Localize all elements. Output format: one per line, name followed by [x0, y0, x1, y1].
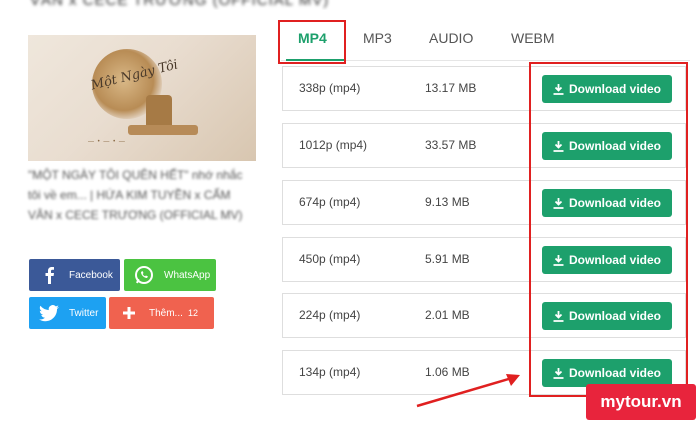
share-twitter-label: Twitter	[69, 307, 99, 319]
tab-highlight-box	[278, 20, 346, 64]
tab-webm[interactable]: WEBM	[511, 30, 555, 46]
video-quality: 224p (mp4)	[299, 308, 361, 322]
file-size: 13.17 MB	[425, 81, 477, 95]
mytour-watermark: mytour.vn	[586, 384, 696, 420]
red-arrow-icon	[416, 374, 520, 408]
file-size: 9.13 MB	[425, 195, 470, 209]
video-quality: 450p (mp4)	[299, 252, 361, 266]
share-facebook-button[interactable]: Facebook	[29, 259, 120, 291]
file-size: 33.57 MB	[425, 138, 477, 152]
video-quality: 134p (mp4)	[299, 365, 361, 379]
artwork-body	[146, 95, 172, 129]
video-quality: 1012p (mp4)	[299, 138, 368, 152]
video-thumbnail[interactable]: Một Ngày Tôi — • — • —	[28, 35, 256, 161]
page-heading-strip: VÂN x CECE TRƯƠNG (OFFICIAL MV)	[0, 0, 470, 10]
video-title: "MỘT NGÀY TÔI QUÊN HẾT" nhớ nhắc tôi về …	[28, 168, 243, 222]
share-more-label: Thêm...	[149, 307, 183, 319]
video-quality: 674p (mp4)	[299, 195, 361, 209]
plus-icon	[118, 302, 140, 324]
download-buttons-highlight-box	[529, 62, 688, 397]
share-count: 12	[187, 308, 198, 318]
file-size: 2.01 MB	[425, 308, 470, 322]
file-size: 5.91 MB	[425, 252, 470, 266]
artwork-base	[128, 125, 198, 135]
video-quality: 338p (mp4)	[299, 81, 361, 95]
share-twitter-button[interactable]: Twitter	[29, 297, 106, 329]
share-facebook-label: Facebook	[69, 269, 113, 281]
twitter-icon	[38, 302, 60, 324]
share-whatsapp-button[interactable]: WhatsApp	[124, 259, 216, 291]
share-more-button[interactable]: Thêm... 12	[109, 297, 214, 329]
tab-audio[interactable]: AUDIO	[429, 30, 473, 46]
whatsapp-icon	[133, 264, 155, 286]
share-whatsapp-label: WhatsApp	[164, 269, 211, 281]
page-heading: VÂN x CECE TRƯƠNG (OFFICIAL MV)	[30, 0, 330, 9]
tab-mp3[interactable]: MP3	[363, 30, 392, 46]
thumbnail-caption: — • — • —	[88, 139, 126, 145]
facebook-icon	[38, 264, 60, 286]
